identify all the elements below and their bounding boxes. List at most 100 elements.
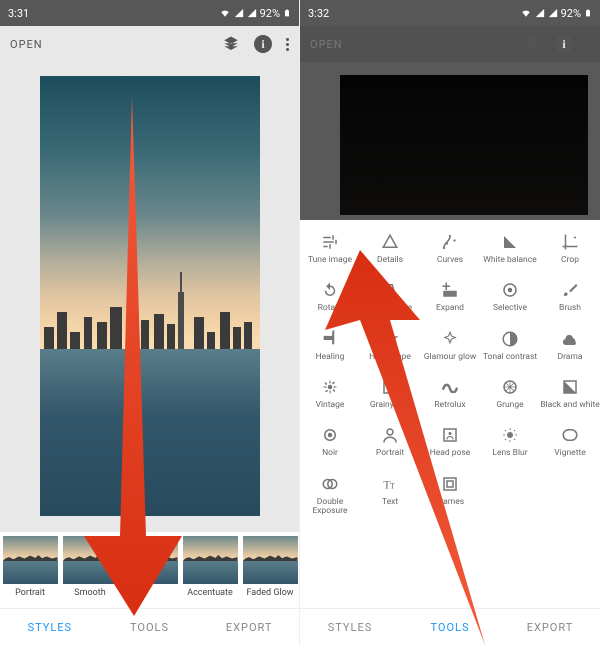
battery-icon [584,7,592,19]
tool-label: Drama [558,352,583,362]
signal-icon [548,8,558,18]
info-icon[interactable]: i [555,35,573,53]
edited-photo [40,76,260,516]
more-icon[interactable] [587,38,590,51]
tool-vintage[interactable]: Vintage [300,371,360,415]
tool-grainy-film[interactable]: Grainy film [360,371,420,415]
tool-glamour-glow[interactable]: Glamour glow [420,323,480,367]
status-time: 3:31 [8,7,29,20]
top-toolbar: OPEN i [300,26,600,62]
tool-perspective[interactable]: Perspective [360,274,420,318]
signal-icon [234,8,244,18]
bottom-tabs: STYLES TOOLS EXPORT [300,608,600,646]
perspective-icon [360,279,420,301]
tool-lens-blur[interactable]: Lens Blur [480,419,540,463]
tool-noir[interactable]: Noir [300,419,360,463]
tool-label: Crop [561,255,579,265]
tool-label: Tune image [308,255,352,265]
tool-portrait[interactable]: Portrait [360,419,420,463]
brush-icon [540,279,600,301]
layers-icon[interactable] [222,35,240,53]
layers-icon[interactable] [523,35,541,53]
bottom-tabs: STYLES TOOLS EXPORT [0,608,299,646]
tool-retrolux[interactable]: Retrolux [420,371,480,415]
tool-frames[interactable]: Frames [420,468,480,522]
hdr-scape-icon [360,328,420,350]
tab-tools[interactable]: TOOLS [100,609,200,646]
tool-label: Retrolux [434,400,465,410]
battery-percent: 92% [260,7,280,20]
rotate-icon [300,279,360,301]
filter-portrait[interactable]: Portrait [0,536,60,608]
filter-unknown[interactable] [120,536,180,608]
tool-label: Double Exposure [312,497,347,516]
editor-canvas[interactable] [0,62,299,532]
tool-brush[interactable]: Brush [540,274,600,318]
tool-grunge[interactable]: Grunge [480,371,540,415]
tool-black-and-white[interactable]: Black and white [540,371,600,415]
tool-tune-image[interactable]: Tune image [300,226,360,270]
glamour-glow-icon [420,328,480,350]
filter-strip[interactable]: Portrait Smooth Accentuate Faded Glow M [0,532,299,608]
tool-rotate[interactable]: Rotate [300,274,360,318]
tool-label: Text [382,497,398,507]
tool-text[interactable]: TTText [360,468,420,522]
tool-drama[interactable]: Drama [540,323,600,367]
battery-icon [283,7,291,19]
tool-double-exposure[interactable]: Double Exposure [300,468,360,522]
tool-label: Portrait [376,448,404,458]
wifi-icon [219,8,231,18]
info-icon[interactable]: i [254,35,272,53]
tab-tools[interactable]: TOOLS [400,609,500,646]
expand-icon [420,279,480,301]
open-button[interactable]: OPEN [10,38,43,51]
tool-label: Healing [316,352,345,362]
tool-hdr-scape[interactable]: HDR scape [360,323,420,367]
tool-label: Selective [493,303,527,313]
tool-healing[interactable]: Healing [300,323,360,367]
filter-smooth[interactable]: Smooth [60,536,120,608]
curves-icon [420,231,480,253]
frames-icon [420,473,480,495]
tool-tonal-contrast[interactable]: Tonal contrast [480,323,540,367]
tool-crop[interactable]: Crop [540,226,600,270]
drama-icon [540,328,600,350]
tool-details[interactable]: Details [360,226,420,270]
head-pose-icon [420,424,480,446]
top-toolbar: OPEN i [0,26,299,62]
details-icon [360,231,420,253]
tool-label: Grainy film [370,400,410,410]
tab-styles[interactable]: STYLES [0,609,100,646]
filter-accentuate[interactable]: Accentuate [180,536,240,608]
status-bar: 3:32 92% [300,0,600,26]
double-exposure-icon [300,473,360,495]
tab-export[interactable]: EXPORT [199,609,299,646]
tab-export[interactable]: EXPORT [500,609,600,646]
tool-label: Details [377,255,403,265]
grunge-icon [480,376,540,398]
tool-head-pose[interactable]: Head pose [420,419,480,463]
status-icons: 92% [219,7,291,20]
signal-icon [535,8,545,18]
filter-faded-glow[interactable]: Faded Glow [240,536,299,608]
black-and-white-icon [540,376,600,398]
tune-image-icon [300,231,360,253]
healing-icon [300,328,360,350]
tool-label: Perspective [368,303,412,313]
open-button[interactable]: OPEN [310,38,343,51]
portrait-icon [360,424,420,446]
tool-label: Grunge [496,400,523,410]
tool-white-balance[interactable]: White balance [480,226,540,270]
tool-vignette[interactable]: Vignette [540,419,600,463]
noir-icon [300,424,360,446]
tool-label: Curves [437,255,463,265]
more-icon[interactable] [286,38,289,51]
tool-curves[interactable]: Curves [420,226,480,270]
tool-expand[interactable]: Expand [420,274,480,318]
tab-styles[interactable]: STYLES [300,609,400,646]
tool-label: Head pose [430,448,471,458]
retrolux-icon [420,376,480,398]
tool-label: Rotate [318,303,343,313]
status-time: 3:32 [308,7,329,20]
tool-selective[interactable]: Selective [480,274,540,318]
